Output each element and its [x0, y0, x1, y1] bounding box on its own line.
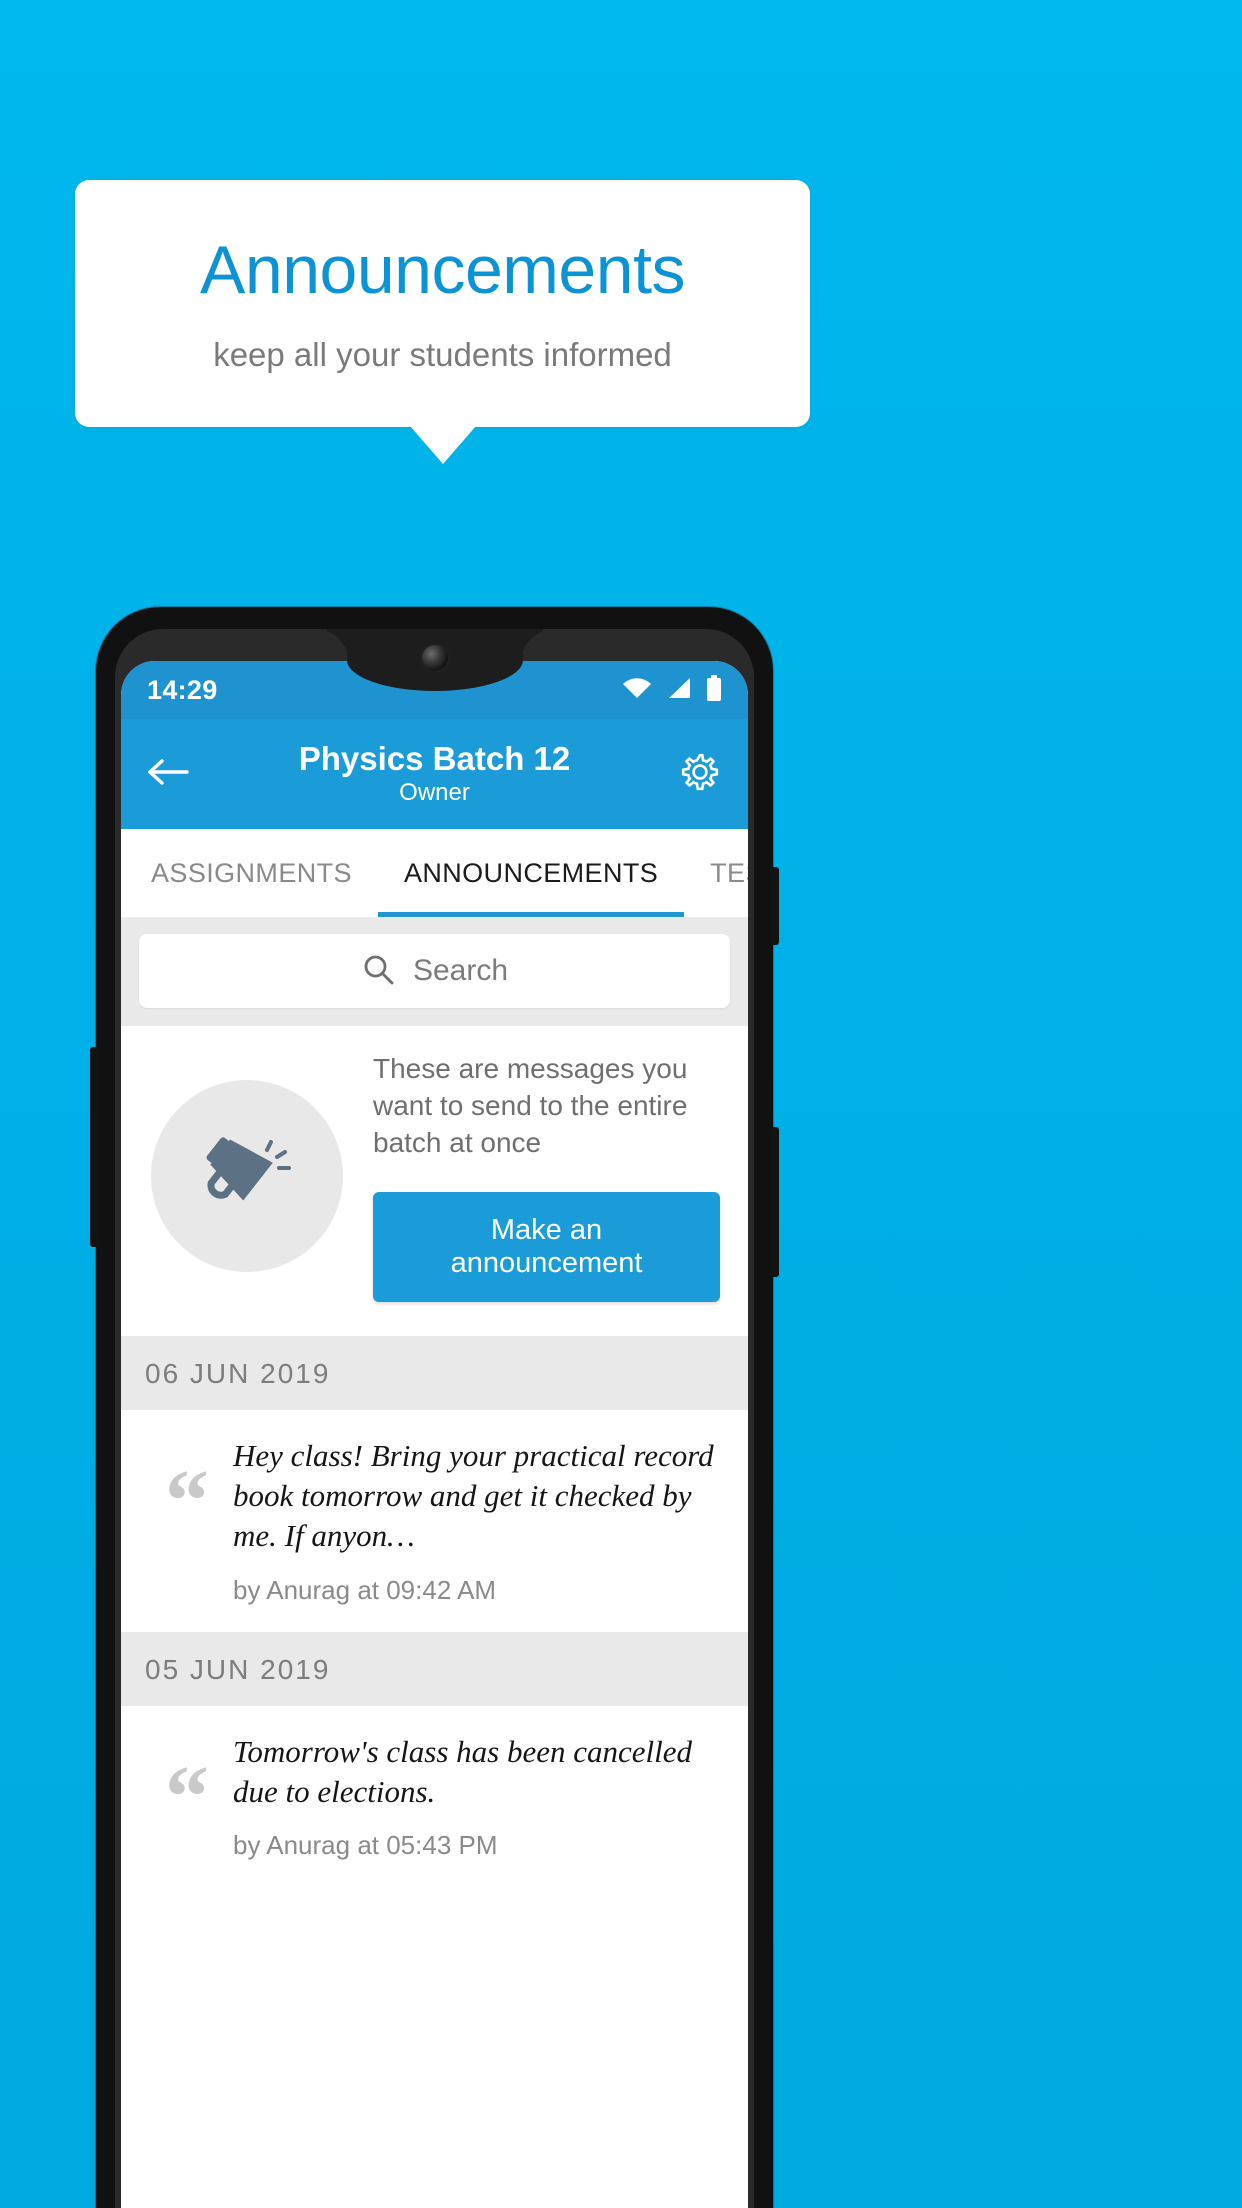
tab-tests[interactable]: TESTS — [684, 829, 748, 917]
phone-left-button — [90, 1047, 99, 1247]
announcement-text: Tomorrow's class has been cancelled due … — [233, 1733, 692, 1809]
promo-card: Announcements keep all your students inf… — [75, 180, 810, 427]
search-icon — [361, 952, 395, 991]
phone-screen: 14:29 Physics Batch 12 Owner ASSIGNMENTS… — [121, 661, 748, 2208]
announcement-row[interactable]: “ Hey class! Bring your practical record… — [121, 1409, 748, 1632]
megaphone-icon — [195, 1121, 299, 1230]
page-title: Physics Batch 12 — [298, 739, 571, 777]
battery-icon — [706, 674, 722, 706]
app-bar: Physics Batch 12 Owner — [121, 719, 748, 829]
search-bar-container: Search — [121, 918, 748, 1026]
quote-icon: “ — [165, 1748, 209, 1846]
phone-bezel: 14:29 Physics Batch 12 Owner ASSIGNMENTS… — [115, 629, 754, 2208]
page-subtitle: Owner — [399, 779, 470, 807]
megaphone-badge — [151, 1079, 343, 1272]
announcement-intro-text: These are messages you want to send to t… — [373, 1053, 688, 1159]
status-icons — [622, 674, 722, 706]
search-input[interactable]: Search — [139, 934, 730, 1008]
promo-title: Announcements — [200, 232, 685, 308]
promo-bubble-tail — [410, 426, 476, 464]
promo-subtitle: keep all your students informed — [213, 336, 672, 373]
announcement-row[interactable]: “ Tomorrow's class has been cancelled du… — [121, 1705, 748, 1888]
phone-frame: 14:29 Physics Batch 12 Owner ASSIGNMENTS… — [90, 607, 779, 2208]
phone-power-button — [770, 1127, 779, 1277]
app-bar-titles: Physics Batch 12 Owner — [121, 740, 748, 808]
announcement-text: Hey class! Bring your practical record b… — [233, 1437, 714, 1554]
tab-bar[interactable]: ASSIGNMENTS ANNOUNCEMENTS TESTS ’ — [121, 829, 748, 918]
promo-screenshot: Announcements keep all your students inf… — [0, 0, 1242, 2208]
announcement-intro-card: These are messages you want to send to t… — [121, 1026, 748, 1336]
announcement-content: Hey class! Bring your practical record b… — [233, 1436, 726, 1606]
announcement-content: Tomorrow's class has been cancelled due … — [233, 1732, 726, 1862]
announcement-meta: by Anurag at 05:43 PM — [233, 1830, 498, 1861]
status-time: 14:29 — [147, 674, 218, 705]
back-button[interactable] — [147, 755, 191, 794]
wifi-icon — [622, 676, 652, 705]
settings-button[interactable] — [678, 750, 722, 799]
tab-assignments[interactable]: ASSIGNMENTS — [121, 829, 378, 917]
date-header: 05 JUN 2019 — [121, 1631, 748, 1706]
back-arrow-icon — [147, 758, 191, 793]
front-camera — [421, 645, 448, 671]
phone-notch — [346, 629, 523, 691]
signal-icon — [666, 676, 692, 705]
announcement-intro-body: These are messages you want to send to t… — [343, 1050, 726, 1302]
date-header: 06 JUN 2019 — [121, 1335, 748, 1410]
announcement-meta: by Anurag at 09:42 AM — [233, 1574, 497, 1605]
quote-icon: “ — [165, 1452, 209, 1550]
gear-icon — [678, 753, 722, 798]
make-announcement-button[interactable]: Make an announcement — [373, 1191, 720, 1302]
phone-volume-button — [770, 867, 779, 945]
tab-announcements[interactable]: ANNOUNCEMENTS — [377, 829, 685, 917]
search-placeholder: Search — [412, 954, 509, 987]
